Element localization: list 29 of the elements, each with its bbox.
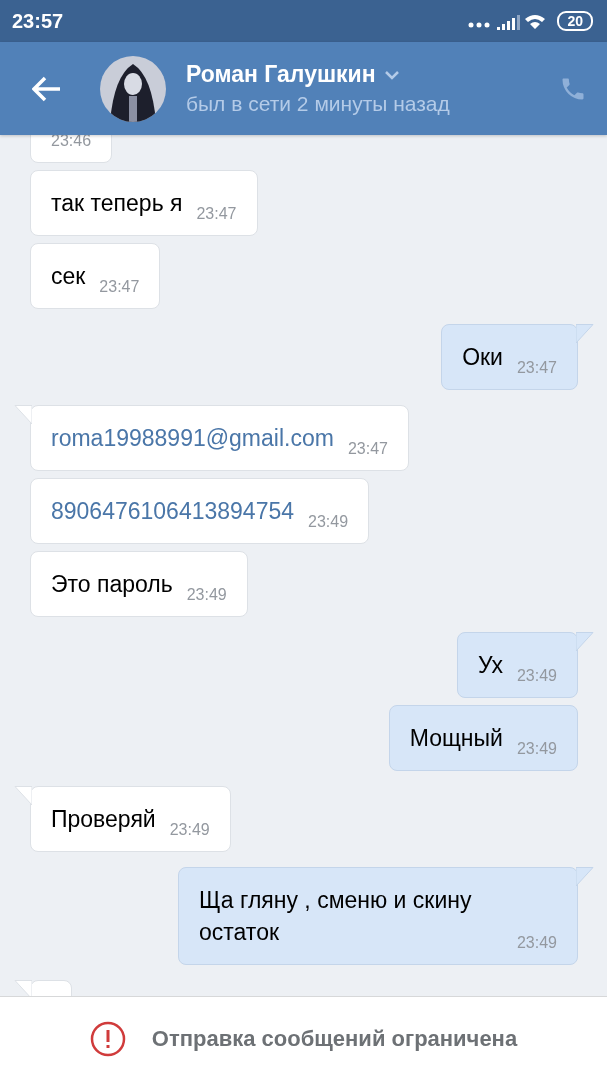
message-time: 23:47 bbox=[99, 278, 140, 297]
message-text: Это пароль bbox=[51, 570, 173, 599]
message-text: Ща гляну , сменю и скину остаток bbox=[199, 886, 473, 947]
message-text: Мощный bbox=[409, 724, 503, 753]
message-time: 23:49 bbox=[516, 740, 557, 759]
restriction-notice: Отправка сообщений ограничена bbox=[151, 1025, 518, 1052]
back-icon[interactable] bbox=[32, 75, 62, 102]
message-time: 23:47 bbox=[196, 205, 237, 224]
message-link[interactable]: roma19988991@gmail.com bbox=[51, 406, 334, 470]
message-text: Ух bbox=[477, 651, 503, 680]
message-time: 23:49 bbox=[186, 586, 227, 605]
warning-icon bbox=[89, 1020, 126, 1057]
battery-icon: 20 bbox=[557, 11, 593, 31]
message-text: сек bbox=[51, 262, 86, 291]
message-time: 23:49 bbox=[308, 513, 349, 532]
message-text: Оки bbox=[462, 343, 503, 372]
last-seen-status: был в сети 2 минуты назад bbox=[186, 92, 451, 116]
message-time: 23:49 bbox=[169, 821, 210, 840]
clock: 23:57 bbox=[12, 9, 65, 33]
message-time: 23:47 bbox=[347, 440, 388, 459]
message-time: 23:47 bbox=[516, 359, 557, 378]
message-text: Проверяй bbox=[51, 805, 156, 834]
message-time: 23:49 bbox=[516, 934, 557, 953]
message-text: так теперь я bbox=[51, 189, 183, 218]
message-time: 23:46 bbox=[51, 135, 92, 151]
message-link[interactable]: 8906476106413894754 bbox=[51, 479, 295, 543]
chevron-down-icon[interactable] bbox=[383, 69, 400, 80]
message-time: 23:49 bbox=[516, 667, 557, 686]
contact-name[interactable]: Роман Галушкин bbox=[186, 61, 376, 88]
